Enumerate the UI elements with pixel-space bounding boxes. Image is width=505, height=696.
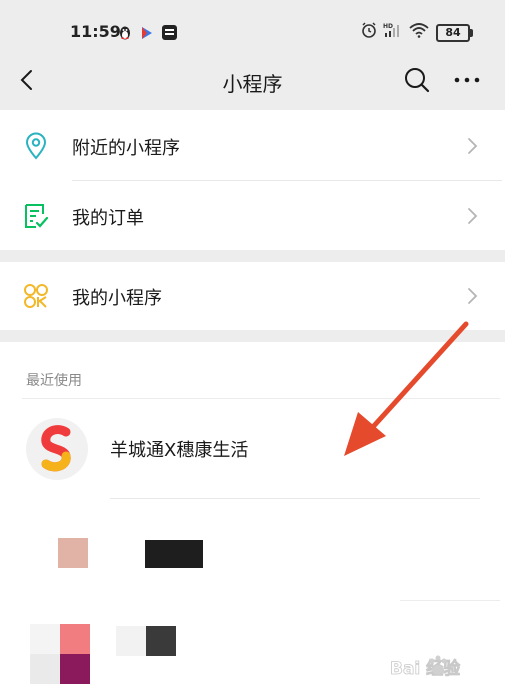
alarm-icon (361, 22, 377, 42)
status-bar: 11:59 HD 84 (0, 0, 505, 60)
nav-bar: 小程序 (0, 60, 505, 110)
svg-text:Bai 经验: Bai 经验 (390, 658, 461, 679)
menu-item-label: 附近的小程序 (72, 138, 180, 159)
watermark-logo-icon: Bai 经验 (390, 655, 462, 679)
menu-item-nearby[interactable]: 附近的小程序 (0, 112, 505, 180)
s-logo-icon (41, 425, 71, 472)
chevron-right-icon (466, 206, 480, 226)
redacted-app-name[interactable] (146, 626, 176, 656)
divider (72, 180, 502, 181)
search-button[interactable] (403, 66, 431, 94)
location-pin-icon (22, 132, 50, 160)
divider (22, 398, 500, 399)
menu-item-label: 我的小程序 (72, 288, 162, 309)
chevron-right-icon (466, 286, 480, 306)
baidu-watermark: Bai 经验 (388, 650, 500, 686)
blurred-app-name (116, 626, 146, 656)
recent-section-label: 最近使用 (26, 373, 82, 389)
status-time: 11:59 (70, 22, 121, 41)
chevron-right-icon (466, 136, 480, 156)
battery-indicator: 84 (436, 24, 473, 42)
more-button[interactable] (452, 66, 482, 94)
section-gap (0, 330, 505, 342)
blurred-app-icon (60, 654, 90, 684)
recent-item-name[interactable]: 羊城通X穗康生活 (110, 436, 248, 462)
more-dots-icon (454, 77, 480, 83)
redacted-app-name[interactable] (145, 540, 203, 568)
blurred-app-icon[interactable] (58, 538, 88, 568)
divider (110, 498, 480, 499)
recent-item-logo[interactable] (26, 418, 88, 480)
menu-item-label: 我的订单 (72, 208, 144, 229)
play-icon (140, 25, 154, 45)
blurred-app-icon (30, 624, 60, 654)
search-icon (405, 68, 430, 93)
blurred-app-icon (30, 654, 60, 684)
app-icon (162, 25, 177, 44)
my-miniprogram-icon (22, 282, 50, 310)
order-list-icon (22, 202, 50, 230)
section-gap (0, 250, 505, 262)
wifi-icon (409, 22, 429, 42)
divider (400, 600, 500, 601)
svg-text:HD: HD (383, 23, 393, 30)
menu-item-orders[interactable]: 我的订单 (0, 182, 505, 250)
penguin-icon (118, 25, 132, 45)
blurred-app-icon[interactable] (60, 624, 90, 654)
menu-item-my-miniprograms[interactable]: 我的小程序 (0, 262, 505, 330)
signal-icon: HD (383, 22, 405, 42)
